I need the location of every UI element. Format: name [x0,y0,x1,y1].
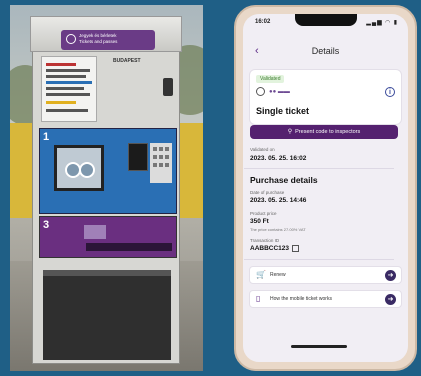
ticket-output-panel: 3 [39,216,177,258]
arrow-right-icon: ➜ [385,270,396,281]
arrow-right-icon: ➜ [385,294,396,305]
step-number: 3 [43,219,50,231]
ticket-output-slot [86,243,172,251]
divider [244,168,394,169]
validated-on-label: Validated on [250,147,275,152]
step-number: 1 [43,131,50,143]
status-badge: Validated [256,75,285,83]
machine-sign-line2: Tickets and passes [79,39,118,44]
present-code-button[interactable]: ⚲ Present code to inspectors [250,125,398,139]
how-it-works-label: How the mobile ticket works [270,296,332,302]
home-indicator[interactable] [291,345,347,348]
card-reader [128,143,148,171]
validated-on-value: 2023. 05. 25. 16:02 [250,155,307,162]
machine-info-panel [41,56,97,122]
renew-label: Renew [270,272,286,278]
ticket-machine-photo: Jegyek és bérletek Tickets and passes BU… [10,5,203,371]
machine-sign: Jegyek és bérletek Tickets and passes [61,30,155,50]
copy-icon[interactable] [292,245,300,252]
purchase-details-heading: Purchase details [250,175,318,185]
ticket-icon [66,34,76,44]
machine-brand: BUDAPEST [113,58,141,64]
person-icon: ⚲ [287,129,293,135]
keypad [150,143,172,183]
background-tram [178,123,203,218]
machine-touch-panel: 1 [39,128,177,214]
transaction-id-value: AABBCC123 [250,245,290,253]
price-label: Product price [250,211,277,216]
transaction-id-row: AABBCC123 [250,245,300,253]
vat-note: The price contains 27.00% VAT [250,227,306,232]
coin-slot [163,78,173,96]
purchase-date-label: Date of purchase [250,190,285,195]
present-code-label: Present code to inspectors [295,129,361,135]
divider [244,259,394,260]
status-bar: 16:02 ▂▄▆ ◠ ▮ [253,18,398,28]
phone-screen: 16:02 ▂▄▆ ◠ ▮ ‹ Details Validated ●● ▬▬ … [243,14,408,362]
how-it-works-button[interactable]: ▯ How the mobile ticket works ➜ [249,290,402,308]
info-icon[interactable]: i [385,87,395,97]
title-bar: ‹ Details [243,44,408,60]
machine-screen [54,145,104,191]
status-time: 16:02 [255,19,271,25]
transaction-id-label: Transaction ID [250,238,280,243]
operator-logo-icon [256,87,265,96]
phone-frame: 16:02 ▂▄▆ ◠ ▮ ‹ Details Validated ●● ▬▬ … [234,5,417,371]
ticket-card[interactable]: Validated ●● ▬▬ i Single ticket [249,69,402,125]
purchase-date-value: 2023. 05. 25. 14:46 [250,197,307,204]
output-window [84,225,106,239]
ticket-vending-machine: Jegyek és bérletek Tickets and passes BU… [30,16,182,364]
ticket-type: Single ticket [256,106,310,116]
screen-circle-icon [79,162,95,178]
page-title: Details [311,46,340,56]
operator-dots: ●● ▬▬ [269,89,290,95]
renew-button[interactable]: 🛒 Renew ➜ [249,266,402,284]
machine-base [43,270,171,360]
price-value: 350 Ft [250,218,269,225]
phone-icon: ▯ [256,294,261,303]
status-icons: ▂▄▆ ◠ ▮ [366,20,398,26]
cart-icon: 🛒 [256,270,266,279]
